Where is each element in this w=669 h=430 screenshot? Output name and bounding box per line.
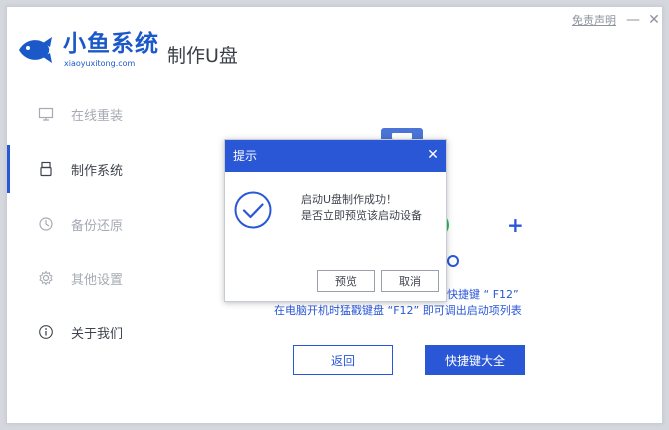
disclaimer-link[interactable]: 免责声明 <box>572 13 616 29</box>
sidebar-item-label: 在线重装 <box>71 108 124 124</box>
dialog-header: 提示 ✕ <box>225 140 446 172</box>
minimize-button[interactable]: — <box>625 11 641 29</box>
check-circle-icon <box>234 191 272 229</box>
sidebar-item-label: 制作系统 <box>71 163 124 179</box>
monitor-icon <box>38 106 54 122</box>
dialog-close-button[interactable]: ✕ <box>425 146 441 164</box>
plus-illustration-icon: + <box>507 213 524 237</box>
app-window: 小鱼系统 xiaoyuxitong.com 制作U盘 免责声明 — ✕ 在线重装… <box>6 6 663 424</box>
hotkeys-list-button[interactable]: 快捷键大全 <box>425 345 525 375</box>
backup-icon <box>38 216 54 232</box>
usb-drive-icon <box>38 161 54 177</box>
hotkey-hint-line1: 动快捷键 “ F12” <box>436 288 519 301</box>
sidebar-item-other-settings[interactable]: 其他设置 <box>7 263 157 293</box>
fish-logo-icon <box>19 37 52 63</box>
dialog-message-line2: 是否立即预览该启动设备 <box>301 209 422 222</box>
brand-url: xiaoyuxitong.com <box>64 59 136 68</box>
back-button[interactable]: 返回 <box>293 345 393 375</box>
brand-name: 小鱼系统 <box>63 31 159 57</box>
info-icon <box>38 324 54 340</box>
cancel-button[interactable]: 取消 <box>381 270 439 292</box>
sidebar-item-label: 备份还原 <box>71 218 124 234</box>
ring-illustration <box>447 255 459 267</box>
close-button[interactable]: ✕ <box>646 11 662 29</box>
dialog-title: 提示 <box>233 149 258 163</box>
sidebar-item-label: 关于我们 <box>71 326 124 342</box>
dialog-message-line1: 启动U盘制作成功！ <box>301 193 398 206</box>
sidebar-item-backup-restore[interactable]: 备份还原 <box>7 209 157 239</box>
page-title: 制作U盘 <box>167 45 238 67</box>
sidebar-item-about-us[interactable]: 关于我们 <box>7 317 157 347</box>
sidebar-item-label: 其他设置 <box>71 272 124 288</box>
sidebar-item-make-system[interactable]: 制作系统 <box>7 154 157 184</box>
hotkey-hint-line2: 在电脑开机时猛戳键盘 “F12” 即可调出启动项列表 <box>274 304 522 317</box>
prompt-dialog: 提示 ✕ 启动U盘制作成功！ 是否立即预览该启动设备 预览 取消 <box>224 139 447 302</box>
gear-icon <box>38 270 54 286</box>
sidebar-item-online-reinstall[interactable]: 在线重装 <box>7 99 157 129</box>
preview-button[interactable]: 预览 <box>317 270 375 292</box>
